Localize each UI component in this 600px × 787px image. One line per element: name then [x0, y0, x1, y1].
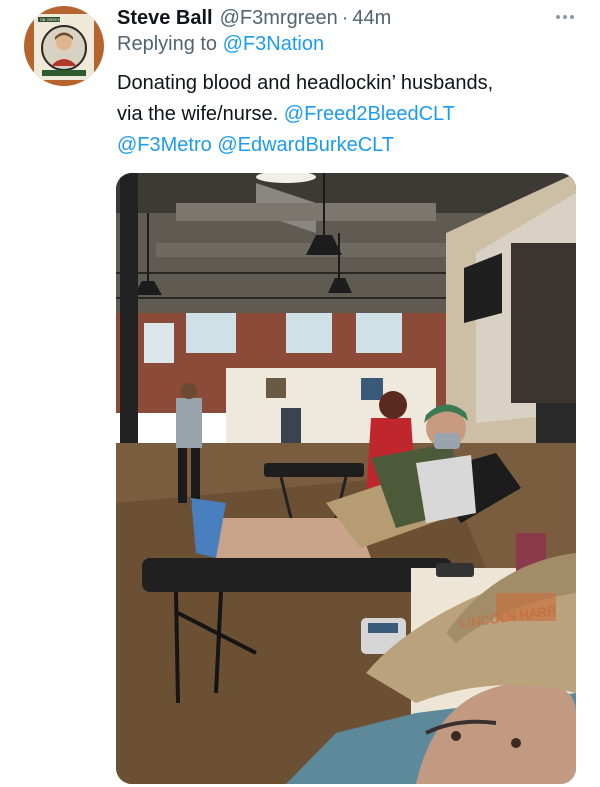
mention-f3metro[interactable]: @F3Metro	[117, 134, 212, 156]
tweet-text-line1: Donating blood and headlockin’ husbands,	[117, 72, 494, 94]
tweet-header: Steve Ball @F3mrgreen · 44m	[117, 4, 580, 32]
avatar-badge-text: SB GREEN	[40, 17, 61, 22]
tweet-text-line2: via the wife/nurse. @Freed2BleedCLT	[117, 99, 587, 130]
avatar[interactable]: SB GREEN	[24, 6, 104, 86]
more-options-icon[interactable]	[556, 10, 582, 24]
reply-prefix: Replying to	[117, 33, 218, 55]
tweet-text-line3: @F3Metro @EdwardBurkeCLT	[117, 130, 587, 161]
reply-context: Replying to @F3Nation	[117, 33, 324, 56]
mention-edwardburke[interactable]: @EdwardBurkeCLT	[217, 134, 394, 156]
tweet-photo[interactable]: LINCOLN HARR	[116, 173, 576, 784]
tweet-text: Donating blood and headlockin’ husbands,…	[117, 68, 587, 161]
timestamp[interactable]: 44m	[352, 7, 391, 30]
author-name[interactable]: Steve Ball	[117, 7, 213, 30]
separator-dot: ·	[341, 6, 349, 29]
author-handle[interactable]: @F3mrgreen	[220, 7, 338, 30]
tweet-text-plain: via the wife/nurse.	[117, 103, 279, 125]
avatar-image: SB GREEN	[24, 6, 104, 86]
photo-scene: LINCOLN HARR	[116, 173, 576, 784]
reply-to-link[interactable]: @F3Nation	[223, 33, 324, 55]
mention-freed2bleed[interactable]: @Freed2BleedCLT	[284, 103, 455, 125]
